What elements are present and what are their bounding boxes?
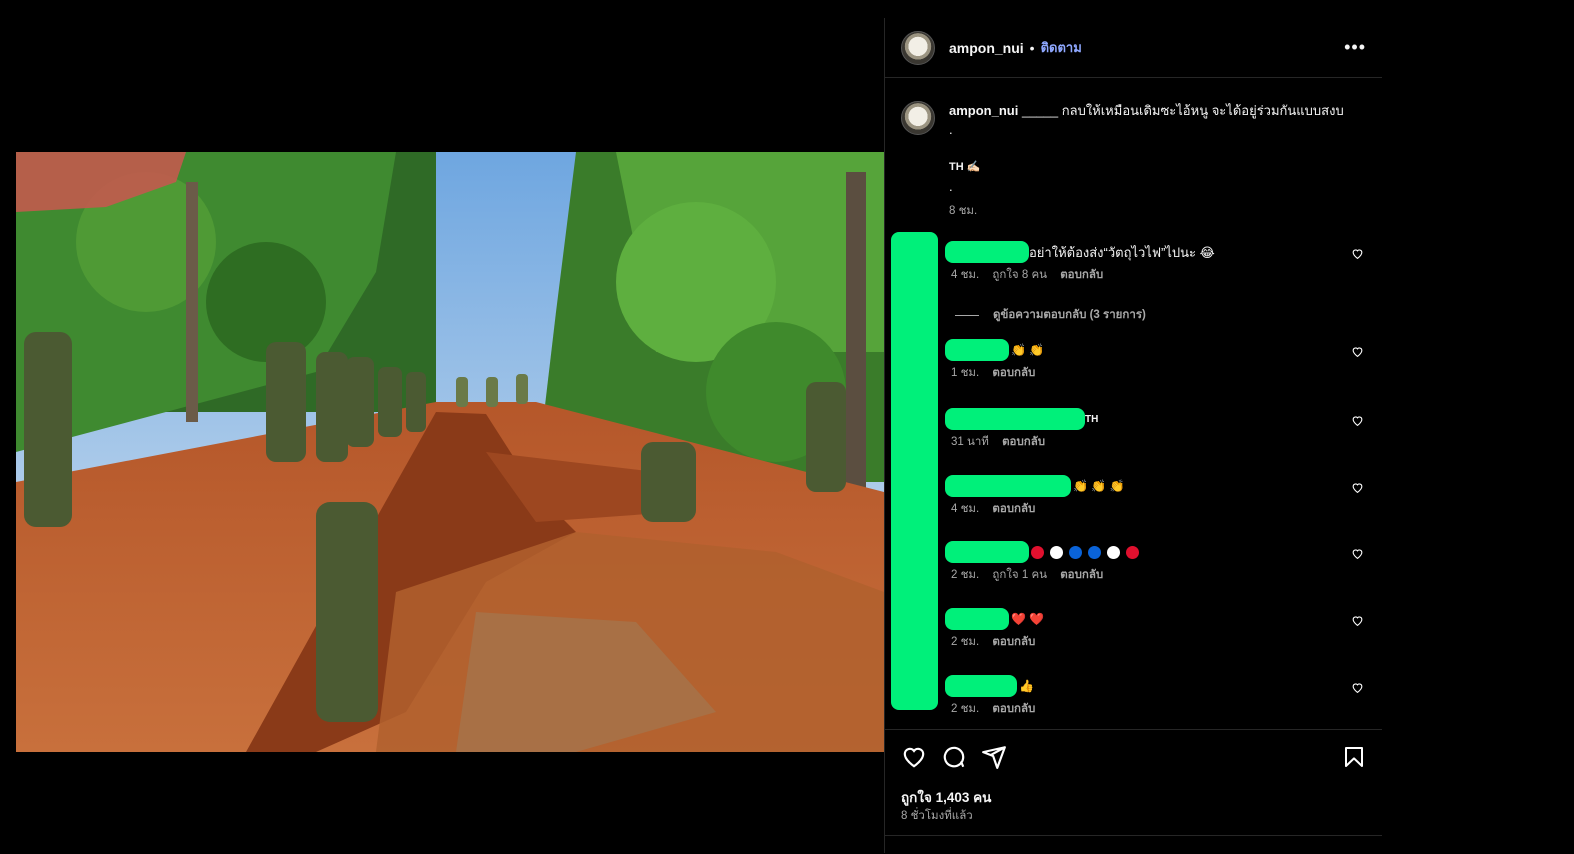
post-photo[interactable]	[16, 152, 884, 752]
comment-time: 2 ชม.	[951, 636, 980, 648]
redacted-username	[945, 608, 1009, 630]
blue-circle-icon	[1088, 545, 1101, 559]
comment-item: 2 ชม. ถูกใจ 1 คน ตอบกลับ	[945, 541, 1366, 584]
follow-button[interactable]: ติดตาม	[1041, 37, 1082, 58]
comment-icon[interactable]	[941, 744, 967, 770]
author-username[interactable]: ampon_nui	[949, 40, 1024, 56]
comment-time: 1 ชม.	[951, 367, 980, 379]
caption-time: 8 ชม.	[949, 205, 978, 217]
redacted-username	[945, 339, 1009, 361]
redacted-avatars	[891, 232, 938, 710]
comment-line: 👏 👏	[945, 339, 1366, 361]
reply-button[interactable]: ตอบกลับ	[992, 503, 1035, 515]
caption-text: ampon_nui _____ กลบให้เหมือนเดิมซะไอ้หนู…	[949, 101, 1366, 196]
comment-line	[945, 541, 1366, 563]
comment-meta: 2 ชม. ตอบกลับ	[951, 633, 1366, 651]
caption-line3: TH ✍🏻	[949, 161, 981, 173]
comment-time: 31 นาที	[951, 436, 989, 448]
view-replies-line	[955, 314, 979, 316]
redacted-username	[945, 408, 1085, 430]
comment-item: TH 31 นาที ตอบกลับ	[945, 408, 1366, 451]
comment-item: อย่าให้ต้องส่ง“วัตถุไวไฟ”ไปนะ 😂 4 ชม. ถู…	[945, 241, 1366, 284]
red-circle-icon	[1126, 545, 1139, 559]
comment-like-heart-icon[interactable]	[1351, 481, 1364, 494]
caption-username[interactable]: ampon_nui	[949, 103, 1018, 118]
reply-button[interactable]: ตอบกลับ	[1060, 269, 1103, 281]
redacted-username	[945, 241, 1029, 263]
heart-icon[interactable]	[901, 744, 927, 770]
more-icon[interactable]: •••	[1344, 37, 1366, 58]
comment-text: ❤️ ❤️	[1011, 612, 1045, 626]
bookmark-icon[interactable]	[1342, 744, 1366, 770]
redacted-username	[945, 541, 1029, 563]
comment-text: 👏 👏	[1011, 343, 1045, 357]
reply-button[interactable]: ตอบกลับ	[992, 703, 1035, 715]
comment-likes[interactable]: ถูกใจ 1 คน	[992, 569, 1047, 581]
comment-like-heart-icon[interactable]	[1351, 345, 1364, 358]
comment-item: 👏 👏 👏 4 ชม. ตอบกลับ	[945, 475, 1366, 518]
comment-meta: 2 ชม. ถูกใจ 1 คน ตอบกลับ	[951, 566, 1366, 584]
post-side-panel: ampon_nui • ติดตาม ••• ampon_nui _____ ก…	[884, 18, 1382, 853]
reply-button[interactable]: ตอบกลับ	[1002, 436, 1045, 448]
comment-line: อย่าให้ต้องส่ง“วัตถุไวไฟ”ไปนะ 😂	[945, 241, 1366, 263]
caption-line2: .	[949, 122, 953, 137]
reply-button[interactable]: ตอบกลับ	[992, 636, 1035, 648]
posted-time: 8 ชั่วโมงที่แล้ว	[901, 810, 973, 822]
comment-line: TH	[945, 408, 1366, 430]
view-replies-button[interactable]: ดูข้อความตอบกลับ (3 รายการ)	[955, 306, 1146, 324]
comment-likes[interactable]: ถูกใจ 8 คน	[992, 269, 1047, 281]
post-actions: ถูกใจ 1,403 คน 8 ชั่วโมงที่แล้ว	[885, 729, 1382, 854]
view-replies-label: ดูข้อความตอบกลับ (3 รายการ)	[993, 309, 1146, 321]
comment-meta: 4 ชม. ตอบกลับ	[951, 500, 1366, 518]
comment-meta: 1 ชม. ตอบกลับ	[951, 364, 1366, 382]
comment-like-heart-icon[interactable]	[1351, 247, 1364, 260]
reply-button[interactable]: ตอบกลับ	[992, 367, 1035, 379]
red-circle-icon	[1031, 545, 1044, 559]
comment-line: ❤️ ❤️	[945, 608, 1366, 630]
comment-item: 👏 👏 1 ชม. ตอบกลับ	[945, 339, 1366, 382]
post-caption: ampon_nui _____ กลบให้เหมือนเดิมซะไอ้หนู…	[901, 101, 1366, 220]
blue-circle-icon	[1069, 545, 1082, 559]
caption-avatar[interactable]	[901, 101, 935, 135]
comment-text: TH	[1085, 413, 1099, 425]
post-header: ampon_nui • ติดตาม •••	[885, 18, 1382, 78]
comment-time: 2 ชม.	[951, 569, 980, 581]
comment-line: 👍	[945, 675, 1366, 697]
comment-meta: 31 นาที ตอบกลับ	[951, 433, 1366, 451]
comment-item: 👍 2 ชม. ตอบกลับ	[945, 675, 1366, 718]
redacted-username	[945, 475, 1071, 497]
reply-button[interactable]: ตอบกลับ	[1060, 569, 1103, 581]
comment-text: อย่าให้ต้องส่ง“วัตถุไวไฟ”ไปนะ 😂	[1029, 244, 1215, 260]
comment-time: 4 ชม.	[951, 269, 980, 281]
comments-section: ampon_nui _____ กลบให้เหมือนเดิมซะไอ้หนู…	[885, 79, 1382, 729]
share-icon[interactable]	[981, 744, 1007, 770]
caption-body: _____ กลบให้เหมือนเดิมซะไอ้หนู จะได้อยู่…	[1021, 103, 1344, 118]
comment-like-heart-icon[interactable]	[1351, 414, 1364, 427]
comment-item: ❤️ ❤️ 2 ชม. ตอบกลับ	[945, 608, 1366, 651]
comment-like-heart-icon[interactable]	[1351, 614, 1364, 627]
comment-time: 4 ชม.	[951, 503, 980, 515]
likes-count[interactable]: ถูกใจ 1,403 คน	[901, 786, 991, 808]
caption-line4: .	[949, 179, 953, 194]
comment-text: 👍	[1019, 679, 1034, 693]
comment-meta: 4 ชม. ถูกใจ 8 คน ตอบกลับ	[951, 266, 1366, 284]
comment-line: 👏 👏 👏	[945, 475, 1366, 497]
post-media-area	[0, 0, 884, 853]
redacted-username	[945, 675, 1017, 697]
comment-time: 2 ชม.	[951, 703, 980, 715]
action-icons	[901, 744, 1366, 772]
comment-text: 👏 👏 👏	[1073, 479, 1125, 493]
separator-dot: •	[1029, 39, 1035, 56]
white-circle-icon	[1050, 545, 1063, 559]
author-avatar[interactable]	[901, 30, 935, 65]
comment-like-heart-icon[interactable]	[1351, 547, 1364, 560]
white-circle-icon	[1107, 545, 1120, 559]
comment-meta: 2 ชม. ตอบกลับ	[951, 700, 1366, 718]
comment-like-heart-icon[interactable]	[1351, 681, 1364, 694]
add-comment-bar[interactable]	[885, 835, 1382, 854]
